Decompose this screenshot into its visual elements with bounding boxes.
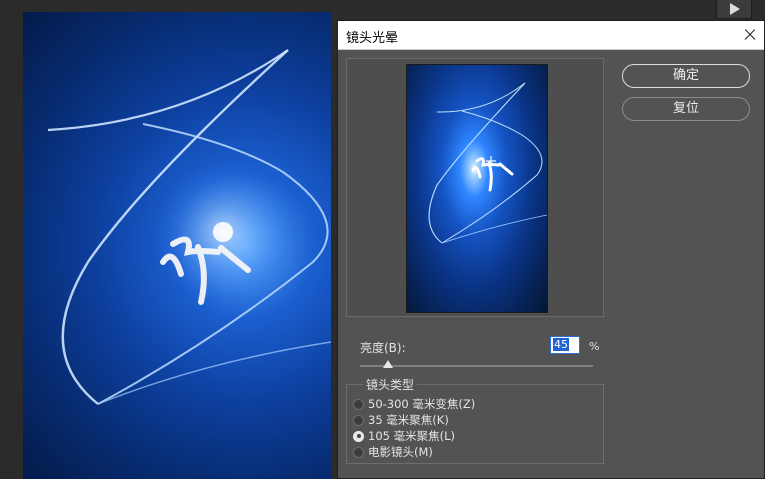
- radio-105mm[interactable]: [353, 430, 364, 442]
- dialog-titlebar[interactable]: 镜头光晕: [338, 21, 764, 50]
- play-icon: [730, 3, 740, 15]
- lens-type-group: 镜头类型 50-300 毫米变焦(Z) 35 毫米聚焦(K) 105 毫米聚焦(…: [346, 376, 604, 464]
- brightness-input[interactable]: 45: [550, 336, 580, 354]
- dialog-title: 镜头光晕: [346, 31, 399, 46]
- preview-artwork: [428, 82, 547, 244]
- radio-movie-prime[interactable]: [353, 446, 364, 458]
- lens-option-105mm[interactable]: 105 毫米聚焦(L): [353, 428, 455, 444]
- lens-option-label: 35 毫米聚焦(K): [368, 413, 449, 427]
- flare-preview-image[interactable]: [406, 64, 548, 313]
- play-button[interactable]: [716, 0, 752, 19]
- lens-option-35mm[interactable]: 35 毫米聚焦(K): [353, 412, 449, 428]
- lens-option-label: 50-300 毫米变焦(Z): [368, 397, 476, 411]
- brightness-label: 亮度(B):: [360, 341, 406, 355]
- preview-panel: [346, 58, 604, 317]
- radio-35mm[interactable]: [353, 414, 364, 426]
- lens-type-legend: 镜头类型: [363, 376, 418, 393]
- close-icon[interactable]: [736, 21, 764, 49]
- document-image[interactable]: [23, 12, 331, 479]
- lens-option-50-300mm[interactable]: 50-300 毫米变焦(Z): [353, 396, 475, 412]
- lens-flare-dialog: 镜头光晕 确定 复位 亮度(B): 45 % 镜头类型 50-300 毫米变焦(…: [337, 20, 765, 479]
- lens-option-movie-prime[interactable]: 电影镜头(M): [353, 444, 433, 460]
- percent-unit: %: [589, 340, 600, 353]
- brightness-slider-thumb[interactable]: [383, 360, 393, 368]
- radio-50-300mm[interactable]: [353, 398, 364, 410]
- ok-button[interactable]: 确定: [622, 64, 750, 88]
- light-streaks-artwork: [47, 49, 331, 405]
- reset-button[interactable]: 复位: [622, 97, 750, 121]
- brightness-value: 45: [553, 338, 569, 351]
- lens-option-label: 105 毫米聚焦(L): [368, 429, 455, 443]
- brightness-slider-track[interactable]: [360, 365, 593, 367]
- lens-option-label: 电影镜头(M): [368, 445, 433, 459]
